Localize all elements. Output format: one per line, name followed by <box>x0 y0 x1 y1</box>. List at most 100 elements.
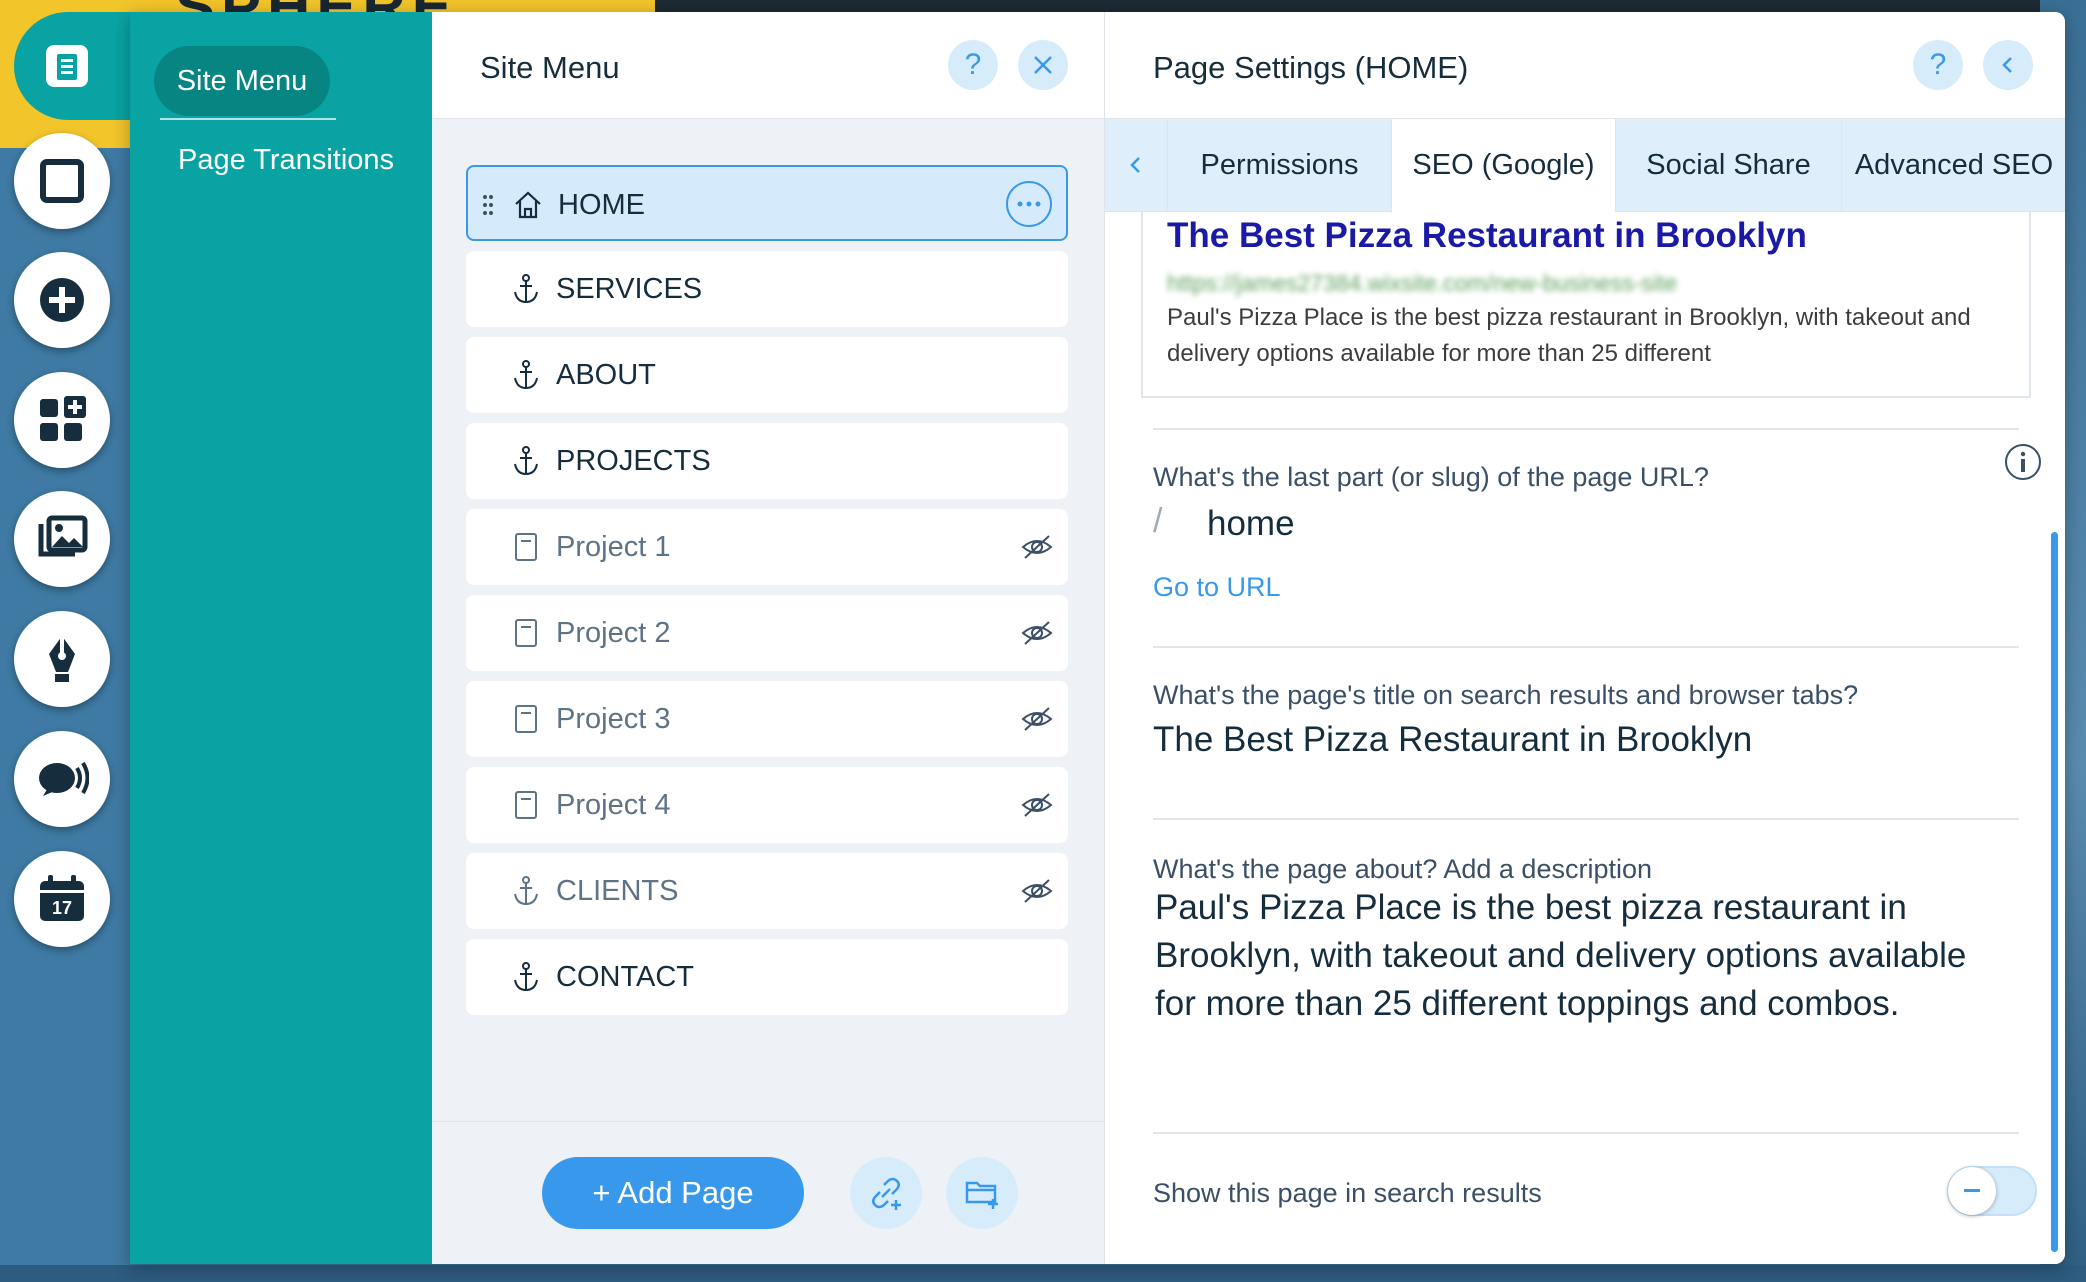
tabs-scroll-left-button[interactable] <box>1105 119 1167 211</box>
chevron-left-icon <box>2002 57 2012 73</box>
anchor-icon <box>514 876 538 906</box>
site-menu-help-button[interactable]: ? <box>948 40 998 90</box>
minus-icon <box>1964 1189 1980 1192</box>
page-label: CONTACT <box>556 961 695 993</box>
page-label: Project 3 <box>556 703 671 735</box>
page-icon <box>515 619 537 647</box>
toolbar-media-button[interactable] <box>14 491 110 587</box>
tab-seo-google[interactable]: SEO (Google) <box>1391 119 1615 213</box>
search-result-preview: The Best Pizza Restaurant in Brooklyn ht… <box>1141 212 2031 398</box>
page-row-projects[interactable]: PROJECTS <box>466 423 1068 499</box>
toolbar-bookings-button[interactable]: 17 <box>14 851 110 947</box>
tab-social-share[interactable]: Social Share <box>1615 119 1841 211</box>
hidden-eye-icon <box>1021 879 1053 903</box>
add-link-icon <box>872 1177 901 1210</box>
page-more-actions-button[interactable] <box>1006 181 1052 227</box>
show-in-search-label: Show this page in search results <box>1153 1178 1542 1208</box>
add-folder-icon <box>965 1181 998 1209</box>
toolbar-pages-button[interactable] <box>14 12 132 120</box>
page-label: CLIENTS <box>556 875 679 907</box>
anchor-icon <box>514 360 538 390</box>
page-label: Project 4 <box>556 789 671 821</box>
info-icon[interactable] <box>2003 442 2043 482</box>
anchor-icon <box>514 446 538 476</box>
page-row-about[interactable]: ABOUT <box>466 337 1068 413</box>
site-menu-close-button[interactable] <box>1018 40 1068 90</box>
drag-handle-icon[interactable] <box>482 193 494 217</box>
blog-pen-icon <box>49 636 75 682</box>
seo-description-textarea[interactable]: Paul's Pizza Place is the best pizza res… <box>1155 884 2015 1028</box>
settings-scrollbar[interactable] <box>2051 532 2058 1252</box>
page-row-project-1[interactable]: Project 1 <box>466 509 1068 585</box>
page-settings-back-button[interactable] <box>1983 40 2033 90</box>
page-label: ABOUT <box>556 359 656 391</box>
page-label: PROJECTS <box>556 445 711 477</box>
go-to-url-link[interactable]: Go to URL <box>1153 572 1281 603</box>
seo-title-input[interactable]: The Best Pizza Restaurant in Brooklyn <box>1153 720 1752 760</box>
page-row-project-4[interactable]: Project 4 <box>466 767 1068 843</box>
hidden-eye-icon <box>1021 535 1053 559</box>
chevron-left-icon <box>1130 157 1140 173</box>
anchor-icon <box>514 274 538 304</box>
page-row-project-3[interactable]: Project 3 <box>466 681 1068 757</box>
add-link-button[interactable] <box>850 1157 922 1229</box>
section-divider <box>1153 428 2019 430</box>
page-settings-title: Page Settings (HOME) <box>1153 50 1469 85</box>
site-menu-column: Site Menu ? HOME SERVICES ABOUT PROJECTS… <box>432 12 1104 1264</box>
toolbar-add-apps-button[interactable] <box>14 372 110 468</box>
toolbar-blog-button[interactable] <box>14 611 110 707</box>
section-divider <box>1153 818 2019 820</box>
toolbar-add-button[interactable] <box>14 252 110 348</box>
nav-divider <box>160 118 336 120</box>
seo-title-question: What's the page's title on search result… <box>1153 680 1859 710</box>
slug-question: What's the last part (or slug) of the pa… <box>1153 462 1709 492</box>
panel-nav: Site Menu Page Transitions <box>130 12 432 1264</box>
chat-icon <box>39 761 89 796</box>
preview-title: The Best Pizza Restaurant in Brooklyn <box>1167 216 1807 255</box>
more-dots-icon <box>1017 201 1041 207</box>
page-label: SERVICES <box>556 273 703 305</box>
page-row-home[interactable]: HOME <box>466 165 1068 241</box>
pages-icon <box>46 45 88 87</box>
nav-item-site-menu[interactable]: Site Menu <box>154 46 330 116</box>
page-settings-help-button[interactable]: ? <box>1913 40 1963 90</box>
add-page-button[interactable]: + Add Page <box>542 1157 804 1229</box>
toggle-knob <box>1948 1167 1996 1215</box>
page-icon <box>515 533 537 561</box>
tab-permissions[interactable]: Permissions <box>1167 119 1391 211</box>
help-icon: ? <box>1929 48 1947 81</box>
site-menu-title: Site Menu <box>480 50 620 85</box>
calendar-day-number: 17 <box>52 898 72 918</box>
add-icon <box>40 278 84 322</box>
help-icon: ? <box>964 48 982 81</box>
page-label: Project 1 <box>556 531 671 563</box>
hidden-eye-icon <box>1021 707 1053 731</box>
background-bottom-strip <box>0 1265 2086 1282</box>
settings-tabs: Permissions SEO (Google) Social Share Ad… <box>1105 119 2065 213</box>
toolbar-background-button[interactable] <box>14 133 110 229</box>
site-menu-header: Site Menu ? <box>432 12 1104 119</box>
page-settings-column: Page Settings (HOME) ? Permissions SEO (… <box>1104 12 2065 1264</box>
page-row-project-2[interactable]: Project 2 <box>466 595 1068 671</box>
hidden-eye-icon <box>1021 621 1053 645</box>
site-menu-footer: + Add Page <box>432 1121 1104 1264</box>
tab-advanced-seo[interactable]: Advanced SEO <box>1841 119 2065 211</box>
show-in-search-toggle[interactable] <box>1947 1166 2037 1216</box>
page-settings-header: Page Settings (HOME) ? <box>1105 12 2065 119</box>
section-divider <box>1153 1132 2019 1134</box>
home-icon <box>515 191 541 219</box>
add-folder-button[interactable] <box>946 1157 1018 1229</box>
nav-item-page-transitions[interactable]: Page Transitions <box>178 144 394 177</box>
hidden-eye-icon <box>1021 793 1053 817</box>
page-label: HOME <box>558 189 645 221</box>
page-row-contact[interactable]: CONTACT <box>466 939 1068 1015</box>
preview-url: https://james27384.wixsite.com/new-busin… <box>1167 270 1678 296</box>
page-label: Project 2 <box>556 617 671 649</box>
toolbar-chat-button[interactable] <box>14 731 110 827</box>
close-icon <box>1034 56 1052 74</box>
page-row-clients[interactable]: CLIENTS <box>466 853 1068 929</box>
slug-input[interactable]: home <box>1207 504 1295 544</box>
page-row-services[interactable]: SERVICES <box>466 251 1068 327</box>
section-divider <box>1153 646 2019 648</box>
page-icon <box>515 791 537 819</box>
